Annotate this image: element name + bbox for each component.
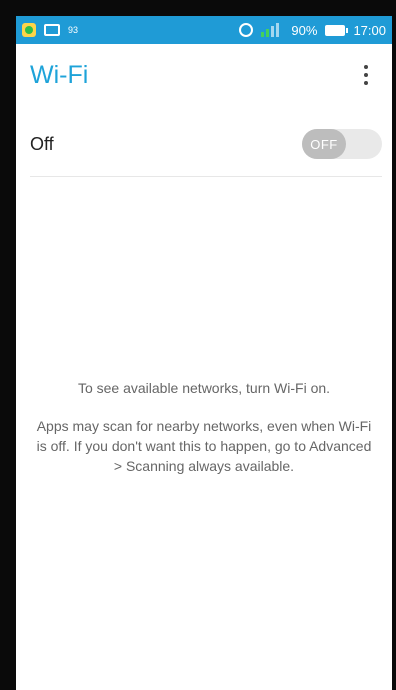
battery-percentage: 90% (291, 22, 318, 38)
notification-count: 93 (68, 25, 79, 35)
battery-icon (325, 24, 349, 36)
alarm-icon (239, 23, 254, 37)
message-line-2: Apps may scan for nearby networks, even … (36, 418, 372, 474)
page-title: Wi-Fi (30, 60, 89, 89)
overflow-menu-icon[interactable] (354, 60, 378, 90)
status-bar-left: 93 (22, 23, 78, 37)
wifi-state-label: Off (30, 133, 54, 154)
wifi-toggle-row[interactable]: Off OFF (30, 112, 382, 177)
android-notification-icon (22, 23, 36, 37)
wifi-toggle-switch[interactable]: OFF (302, 129, 382, 159)
message-line-1: To see available networks, turn Wi-Fi on… (77, 380, 331, 396)
status-bar-right: 90% 17:00 (239, 23, 386, 38)
image-notification-icon (44, 24, 60, 36)
signal-strength-icon (261, 23, 283, 37)
status-bar: 93 90% 17:00 (16, 16, 392, 44)
phone-screen: 93 90% 17:00 Wi-Fi Off OFF To see availa… (16, 16, 392, 690)
wifi-off-message: To see available networks, turn Wi-Fi on… (36, 378, 372, 494)
app-bar: Wi-Fi (16, 44, 392, 106)
clock: 17:00 (353, 22, 386, 38)
switch-thumb: OFF (302, 129, 346, 159)
